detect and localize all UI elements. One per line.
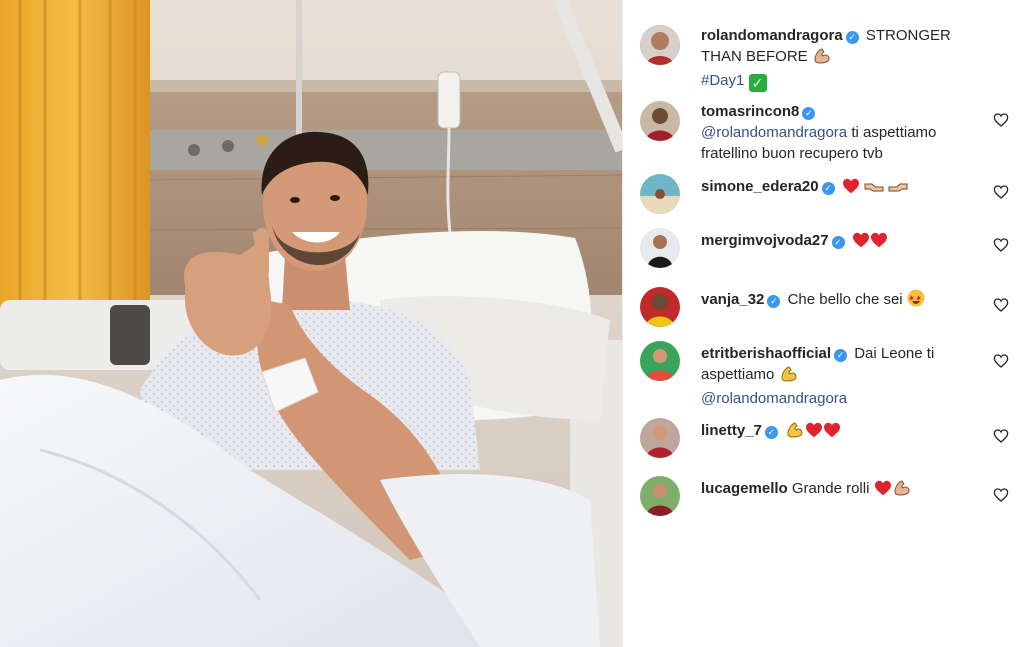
- like-heart-icon[interactable]: [993, 297, 1009, 313]
- comment-text: Che bello che sei: [787, 291, 903, 308]
- verified-badge-icon: ✓: [767, 295, 781, 308]
- handshake-icon: [888, 179, 908, 200]
- comment-item: linetty_7 ✓: [640, 418, 1014, 458]
- star-struck-icon: [907, 289, 925, 313]
- like-heart-icon[interactable]: [993, 237, 1009, 253]
- red-heart-icon: [805, 422, 823, 444]
- flexed-biceps-icon: [785, 420, 805, 444]
- avatar[interactable]: [640, 25, 680, 65]
- comment-item: simone_edera20 ✓: [640, 174, 1014, 214]
- like-heart-icon[interactable]: [993, 184, 1009, 200]
- verified-badge-icon: ✓: [831, 236, 845, 249]
- avatar[interactable]: [640, 341, 680, 381]
- avatar[interactable]: [640, 287, 680, 327]
- avatar[interactable]: [640, 174, 680, 214]
- comment-text: Grande rolli: [791, 480, 870, 497]
- mention-link[interactable]: @rolandomandragora: [701, 390, 847, 407]
- caption-username[interactable]: rolandomandragora: [701, 27, 843, 44]
- verified-badge-icon: ✓: [834, 349, 848, 362]
- check-mark-button-icon: ✓: [748, 74, 767, 92]
- comment-item: vanja_32 ✓ Che bello che sei: [640, 287, 1014, 327]
- caption-text-2: THAN BEFORE: [701, 48, 808, 65]
- red-heart-icon: [842, 178, 860, 200]
- red-heart-icon: [874, 480, 892, 502]
- comment-username[interactable]: linetty_7: [701, 422, 762, 439]
- verified-badge-icon: ✓: [764, 426, 778, 439]
- comment-username[interactable]: simone_edera20: [701, 178, 819, 195]
- avatar[interactable]: [640, 418, 680, 458]
- handshake-icon: [864, 179, 884, 200]
- comment-username[interactable]: mergimvojvoda27: [701, 232, 829, 249]
- avatar[interactable]: [640, 228, 680, 268]
- verified-badge-icon: ✓: [802, 107, 816, 120]
- comment-item: lucagemello Grande rolli: [640, 476, 1014, 516]
- flexed-biceps-icon: [892, 478, 912, 502]
- red-heart-icon: [870, 232, 888, 254]
- red-heart-icon: [823, 422, 841, 444]
- comment-username[interactable]: vanja_32: [701, 291, 764, 308]
- comment-username[interactable]: etritberishaofficial: [701, 345, 831, 362]
- post-caption: rolandomandragora ✓ STRONGER THAN BEFORE …: [640, 25, 1014, 92]
- red-heart-icon: [852, 232, 870, 254]
- flexed-biceps-icon: [812, 46, 832, 70]
- comment-item: tomasrincon8 ✓ @rolandomandragora ti aspe…: [640, 101, 1014, 164]
- flexed-biceps-icon: [779, 364, 799, 388]
- comment-username[interactable]: tomasrincon8: [701, 103, 799, 120]
- hospital-photo-illustration: [0, 0, 622, 647]
- avatar[interactable]: [640, 476, 680, 516]
- verified-badge-icon: ✓: [821, 182, 835, 195]
- avatar[interactable]: [640, 101, 680, 141]
- mention-link[interactable]: @rolandomandragora: [701, 124, 847, 141]
- post-photo: [0, 0, 622, 647]
- comment-username[interactable]: lucagemello: [701, 480, 788, 497]
- verified-badge-icon: ✓: [845, 31, 859, 44]
- like-heart-icon[interactable]: [993, 487, 1009, 503]
- hashtag-link[interactable]: #Day1: [701, 72, 744, 89]
- caption-text-1: STRONGER: [865, 27, 951, 44]
- comment-item: etritberishaofficial ✓ Dai Leone ti aspet…: [640, 341, 1014, 409]
- like-heart-icon[interactable]: [993, 353, 1009, 369]
- comments-panel: rolandomandragora ✓ STRONGER THAN BEFORE …: [622, 0, 1024, 647]
- comment-item: mergimvojvoda27 ✓: [640, 228, 1014, 268]
- like-heart-icon[interactable]: [993, 112, 1009, 128]
- like-heart-icon[interactable]: [993, 428, 1009, 444]
